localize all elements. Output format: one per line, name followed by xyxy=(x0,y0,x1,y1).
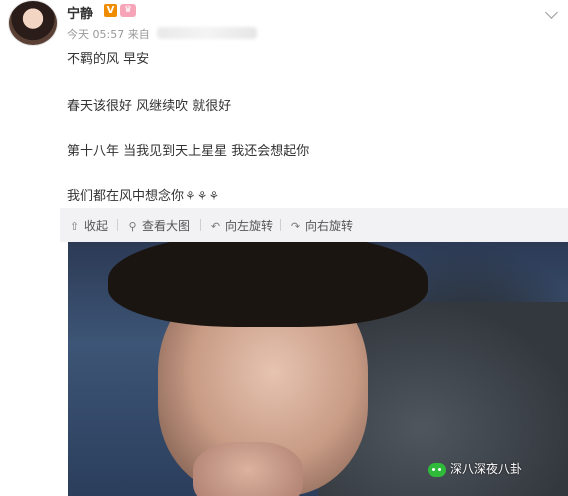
flower-icon: ⚘ xyxy=(208,189,220,203)
watermark: 深八深夜八卦 xyxy=(428,460,522,480)
avatar[interactable] xyxy=(8,0,58,46)
chevron-down-icon[interactable] xyxy=(545,6,558,19)
arrow-up-icon: ⇧ xyxy=(69,220,80,233)
rotate-right-icon: ↷ xyxy=(290,220,301,233)
rotate-right-label: 向右旋转 xyxy=(305,219,354,233)
rotate-left-button[interactable]: ↶ 向左旋转 xyxy=(209,217,273,234)
image-toolbar: ⇧ 收起 ⚲ 查看大图 ↶ 向左旋转 ↷ 向右旋转 xyxy=(60,208,568,242)
weibo-post: 宁静 V ♛ 今天 05:57 来自 不羁的风 早安 春天该很好 风继续吹 就很… xyxy=(0,0,568,208)
post-time[interactable]: 今天 05:57 来自 xyxy=(67,26,150,42)
view-large-label: 查看大图 xyxy=(142,219,191,233)
verified-badge-icon: V xyxy=(104,4,117,17)
rotate-left-icon: ↶ xyxy=(210,220,221,233)
watermark-text: 深八深夜八卦 xyxy=(450,462,523,476)
post-text-line-3: 第十八年 当我见到天上星星 我还会想起你 xyxy=(67,144,310,159)
view-large-button[interactable]: ⚲ 查看大图 xyxy=(126,217,190,234)
collapse-label: 收起 xyxy=(84,219,109,233)
collapse-button[interactable]: ⇧ 收起 xyxy=(68,217,108,234)
flower-icon: ⚘ xyxy=(185,189,196,203)
flower-icon: ⚘ xyxy=(196,189,208,203)
post-text-line-4: 我们都在风中想念你⚘⚘⚘ xyxy=(67,185,219,204)
divider xyxy=(200,219,201,231)
post-text-line-2: 春天该很好 风继续吹 就很好 xyxy=(67,99,232,114)
post-photo[interactable] xyxy=(68,242,568,496)
divider xyxy=(117,219,118,231)
post-text-line-4-text: 我们都在风中想念你 xyxy=(67,189,185,204)
magnifier-icon: ⚲ xyxy=(128,220,137,233)
photo-hair xyxy=(108,242,428,327)
username[interactable]: 宁静 xyxy=(67,3,93,22)
member-badge-icon: ♛ xyxy=(120,4,136,17)
blurred-source xyxy=(157,27,257,39)
photo-hands xyxy=(193,442,303,496)
wechat-icon xyxy=(428,462,446,477)
rotate-left-label: 向左旋转 xyxy=(225,219,274,233)
divider xyxy=(280,219,281,231)
post-text-line-1: 不羁的风 早安 xyxy=(67,52,150,67)
rotate-right-button[interactable]: ↷ 向右旋转 xyxy=(289,217,353,234)
